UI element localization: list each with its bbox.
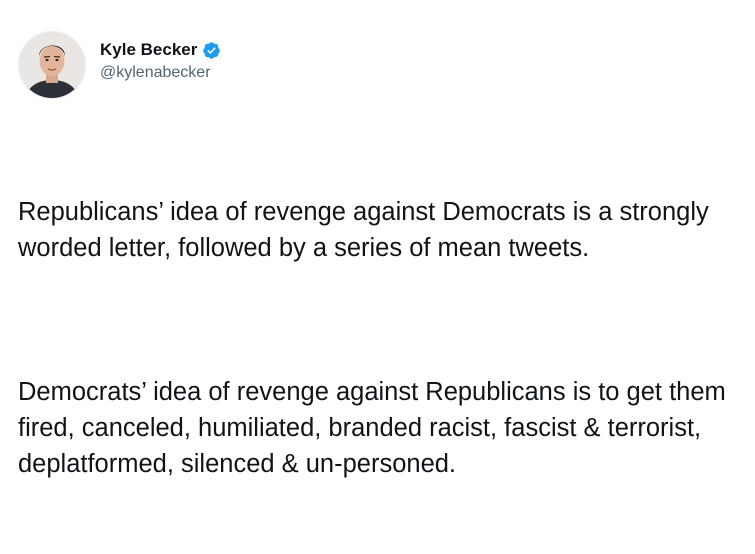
avatar[interactable] [18,31,86,99]
tweet-text: Republicans’ idea of revenge against Dem… [18,122,737,554]
tweet-card: Kyle Becker @kylenabecker Republicans’ i… [0,0,755,478]
tweet-paragraph: Republicans’ idea of revenge against Dem… [18,198,716,262]
verified-badge-icon [202,41,221,60]
tweet-header: Kyle Becker @kylenabecker [18,30,737,100]
author-display-name[interactable]: Kyle Becker [100,40,197,60]
profile-photo-icon [19,32,85,98]
author-handle[interactable]: @kylenabecker [100,64,221,82]
name-row: Kyle Becker [100,40,221,60]
tweet-paragraph: Democrats’ idea of revenge against Repub… [18,378,733,478]
author-info: Kyle Becker @kylenabecker [100,40,221,82]
